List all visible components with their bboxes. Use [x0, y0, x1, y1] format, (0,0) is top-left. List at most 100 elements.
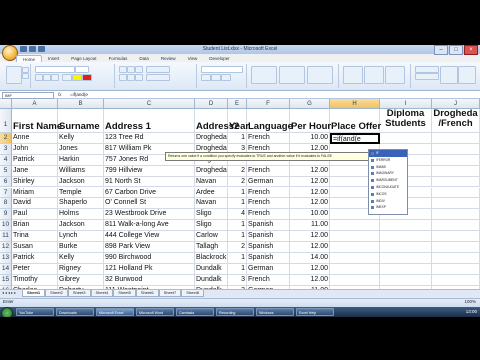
row-header-10[interactable]: 10 — [0, 220, 12, 232]
table-cell[interactable]: 444 College View — [104, 231, 195, 242]
column-header-c[interactable]: C — [104, 99, 195, 109]
table-cell[interactable]: 12.00 — [290, 187, 330, 199]
align-right-icon[interactable] — [135, 74, 143, 81]
row-header-11[interactable]: 11 — [0, 231, 12, 242]
taskbar-button[interactable]: Excel Help — [296, 308, 334, 316]
close-button[interactable]: × — [464, 45, 478, 55]
copy-icon[interactable] — [22, 73, 29, 79]
align-bottom-icon[interactable] — [135, 66, 143, 73]
row-header-5[interactable]: 5 — [0, 165, 12, 177]
font-name-select[interactable] — [35, 66, 75, 73]
align-center-icon[interactable] — [127, 74, 135, 81]
table-cell[interactable]: John — [12, 143, 58, 155]
minimize-button[interactable]: – — [434, 45, 448, 55]
table-cell[interactable]: Kelly — [58, 252, 104, 264]
format-cells-button[interactable] — [385, 66, 405, 84]
autocomplete-item[interactable]: IFERROR — [369, 157, 407, 164]
table-cell[interactable]: 23 Westbrook Drive — [104, 209, 195, 221]
table-cell[interactable] — [432, 220, 480, 232]
sheet-tab[interactable]: Sheet4 — [90, 290, 114, 297]
table-cell[interactable] — [330, 263, 380, 275]
sheet-tab[interactable]: Sheet7 — [158, 290, 182, 297]
table-cell[interactable]: 1 — [228, 187, 247, 199]
table-cell[interactable]: Ardee — [195, 187, 228, 199]
table-cell[interactable]: French — [247, 274, 290, 286]
table-cell[interactable]: French — [247, 198, 290, 210]
number-format-select[interactable] — [201, 66, 243, 73]
table-cell[interactable]: German — [247, 263, 290, 275]
table-cell[interactable]: Sligo — [195, 209, 228, 221]
table-cell[interactable]: Navan — [195, 176, 228, 188]
row-header-13[interactable]: 13 — [0, 252, 12, 264]
tab-developer[interactable]: Developer — [203, 55, 236, 62]
autocomplete-item[interactable]: IF — [369, 150, 407, 157]
merge-center-button[interactable] — [146, 74, 170, 81]
row-header-12[interactable]: 12 — [0, 242, 12, 253]
fill-button[interactable] — [415, 73, 439, 80]
table-cell[interactable]: Carlow — [195, 231, 228, 242]
row-header-2[interactable]: 2 — [0, 133, 12, 144]
table-cell[interactable]: Trina — [12, 231, 58, 242]
row-header-14[interactable]: 14 — [0, 263, 12, 275]
table-cell[interactable]: 12.00 — [290, 198, 330, 210]
row-header-9[interactable]: 9 — [0, 209, 12, 221]
table-cell[interactable] — [380, 220, 432, 232]
table-cell[interactable]: 1 — [228, 198, 247, 210]
table-cell[interactable]: 3 — [228, 274, 247, 286]
table-cell[interactable]: Williams — [58, 165, 104, 177]
table-cell[interactable] — [380, 263, 432, 275]
table-cell[interactable] — [432, 143, 480, 155]
table-cell[interactable]: Miriam — [12, 187, 58, 199]
table-cell[interactable]: Jackson — [58, 176, 104, 188]
underline-icon[interactable] — [51, 74, 59, 81]
table-cell[interactable] — [432, 242, 480, 253]
table-cell[interactable]: Spanish — [247, 252, 290, 264]
wrap-text-button[interactable] — [146, 66, 170, 73]
table-cell[interactable]: Blackrock — [195, 252, 228, 264]
table-cell[interactable] — [432, 133, 480, 144]
sheet-tab[interactable]: Sheet6 — [135, 290, 159, 297]
italic-icon[interactable] — [43, 74, 51, 81]
table-cell[interactable]: 12.00 — [290, 242, 330, 253]
table-cell[interactable]: 4 — [228, 209, 247, 221]
table-cell[interactable]: 12.00 — [290, 231, 330, 242]
table-cell[interactable]: Susan — [12, 242, 58, 253]
font-size-select[interactable] — [75, 66, 89, 73]
table-cell[interactable] — [432, 231, 480, 242]
table-cell[interactable] — [380, 252, 432, 264]
table-cell[interactable] — [432, 274, 480, 286]
select-all-corner[interactable] — [0, 99, 12, 109]
table-cell[interactable] — [330, 252, 380, 264]
table-cell[interactable]: Patrick — [12, 252, 58, 264]
autocomplete-item[interactable]: IMABS — [369, 164, 407, 171]
fill-color-icon[interactable] — [72, 74, 82, 81]
autocomplete-item[interactable]: IMARGUMENT — [369, 177, 407, 184]
row-header-15[interactable]: 15 — [0, 274, 12, 286]
table-cell[interactable]: 2 — [228, 176, 247, 188]
sort-filter-button[interactable] — [440, 66, 458, 84]
taskbar-button[interactable]: YouTube — [16, 308, 54, 316]
table-cell[interactable]: French — [247, 165, 290, 177]
table-cell[interactable]: Patrick — [12, 154, 58, 166]
table-cell[interactable]: 990 Birchwood — [104, 252, 195, 264]
table-cell[interactable]: Shaperlo — [58, 198, 104, 210]
table-cell[interactable] — [432, 252, 480, 264]
table-cell[interactable]: 1 — [228, 263, 247, 275]
row-header-4[interactable]: 4 — [0, 154, 12, 166]
table-cell[interactable]: Rigney — [58, 263, 104, 275]
paste-icon[interactable] — [6, 66, 22, 84]
column-header-b[interactable]: B — [58, 99, 104, 109]
table-cell[interactable]: French — [247, 133, 290, 144]
table-cell[interactable]: 12.00 — [290, 176, 330, 188]
column-header-a[interactable]: A — [12, 99, 58, 109]
table-cell[interactable]: 11.00 — [290, 220, 330, 232]
formula-input[interactable]: =if(and(e — [70, 92, 88, 97]
sheet-tab[interactable]: Sheet5 — [113, 290, 136, 297]
table-cell[interactable]: 121 Holland Pk — [104, 263, 195, 275]
table-cell[interactable]: Gibrey — [58, 274, 104, 286]
insert-cells-button[interactable] — [343, 66, 363, 84]
table-cell[interactable]: Anne — [12, 133, 58, 144]
table-cell[interactable]: Timothy — [12, 274, 58, 286]
bold-icon[interactable] — [35, 74, 43, 81]
align-top-icon[interactable] — [119, 66, 127, 73]
